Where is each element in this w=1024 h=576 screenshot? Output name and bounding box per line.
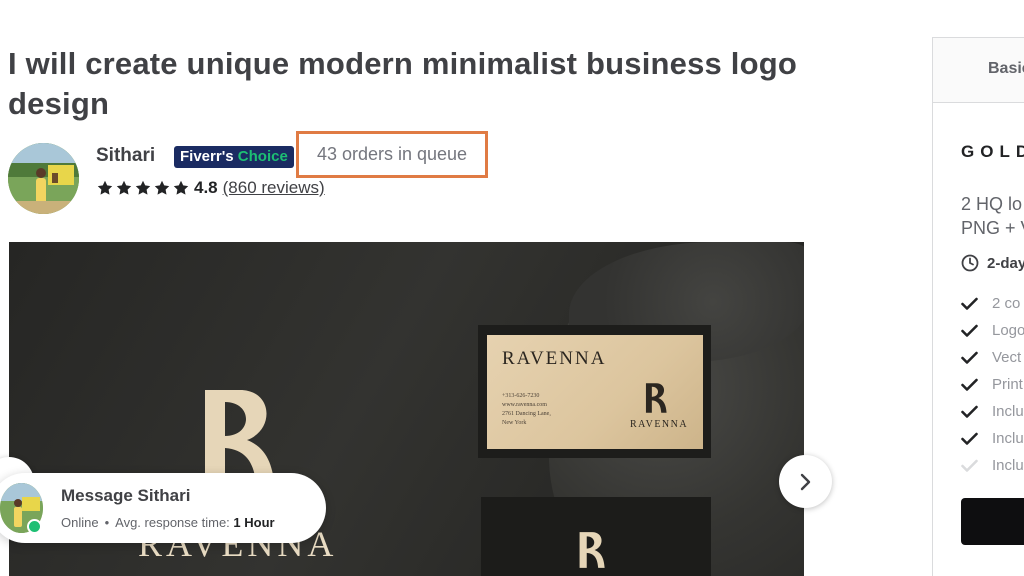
seller-name[interactable]: Sithari xyxy=(96,145,155,167)
check-icon xyxy=(961,378,978,391)
feature-label: 2 co xyxy=(992,295,1021,312)
delivery-time: 2-day xyxy=(961,254,1024,272)
gig-title: I will create unique modern minimalist b… xyxy=(8,46,798,121)
check-icon xyxy=(961,351,978,364)
star-icon xyxy=(173,180,189,195)
star-icon xyxy=(116,180,132,195)
check-icon xyxy=(961,432,978,445)
reviews-link[interactable]: (860 reviews) xyxy=(223,178,325,198)
package-panel: Basic GOLD 2 HQ lo PNG + V 2-day 2 co Log… xyxy=(932,37,1024,576)
message-title[interactable]: Message Sithari xyxy=(61,486,190,506)
badge-label-2: Choice xyxy=(237,148,288,165)
business-card: RAVENNA +313-626-7230 www.ravenna.com 27… xyxy=(487,335,703,449)
message-seller-bubble[interactable] xyxy=(0,473,326,543)
message-subtitle: Online • Avg. response time: 1 Hour xyxy=(61,515,275,530)
package-description-line: 2 HQ lo xyxy=(961,194,1023,214)
feature-label: Vect xyxy=(992,349,1022,366)
rating-value: 4.8 xyxy=(194,178,218,197)
badge-label-1: Fiverr's xyxy=(180,148,234,165)
package-tabs: Basic xyxy=(933,38,1024,103)
gallery-next-button[interactable] xyxy=(779,455,832,508)
feature-item: Vect xyxy=(961,344,1024,371)
rating-row: 4.8 (860 reviews) xyxy=(97,177,325,199)
seller-avatar[interactable] xyxy=(8,143,79,214)
card-back-monogram-icon xyxy=(579,532,605,568)
package-description: 2 HQ lo PNG + V xyxy=(961,192,1024,240)
card-monogram-icon xyxy=(645,383,667,413)
continue-button[interactable] xyxy=(961,498,1024,545)
star-icon xyxy=(97,180,113,195)
feature-label: Print xyxy=(992,376,1023,393)
orders-in-queue-text: 43 orders in queue xyxy=(316,144,468,164)
feature-item: 2 co xyxy=(961,290,1024,317)
response-value: 1 Hour xyxy=(233,515,275,530)
breadcrumb: · · · · · · · xyxy=(8,0,64,6)
package-description-line: PNG + V xyxy=(961,218,1024,238)
delivery-text: 2-day xyxy=(987,254,1024,272)
star-icon xyxy=(154,180,170,195)
feature-item: Inclu xyxy=(961,398,1024,425)
card-website: www.ravenna.com xyxy=(502,402,547,408)
card-address: 2761 Dancing Lane, xyxy=(502,411,551,417)
check-icon xyxy=(961,324,978,337)
card-title: RAVENNA xyxy=(502,348,607,369)
package-name: GOLD xyxy=(961,142,1024,161)
feature-item: Inclu xyxy=(961,425,1024,452)
online-status-dot xyxy=(27,519,42,534)
feature-label: Inclu xyxy=(992,457,1024,474)
feature-item: Inclu xyxy=(961,452,1024,479)
check-icon xyxy=(961,405,978,418)
response-label: Avg. response time: xyxy=(115,515,230,530)
chevron-right-icon xyxy=(800,473,810,490)
card-brand: RAVENNA xyxy=(630,419,689,430)
feature-list: 2 co Logo Vect Print Inclu Inclu Inclu xyxy=(961,290,1024,479)
feature-label: Logo xyxy=(992,322,1024,339)
feature-label: Inclu xyxy=(992,430,1024,447)
online-status: Online xyxy=(61,515,99,530)
feature-label: Inclu xyxy=(992,403,1024,420)
feature-item: Print xyxy=(961,371,1024,398)
check-icon xyxy=(961,459,978,472)
tab-basic[interactable]: Basic xyxy=(988,60,1024,78)
card-phone: +313-626-7230 xyxy=(502,393,540,399)
card-city: New York xyxy=(502,420,527,426)
orders-in-queue: 43 orders in queue xyxy=(296,131,488,178)
clock-icon xyxy=(961,254,979,272)
fiverrs-choice-badge: Fiverr's Choice xyxy=(174,146,294,168)
star-icon xyxy=(135,180,151,195)
feature-item: Logo xyxy=(961,317,1024,344)
check-icon xyxy=(961,297,978,310)
